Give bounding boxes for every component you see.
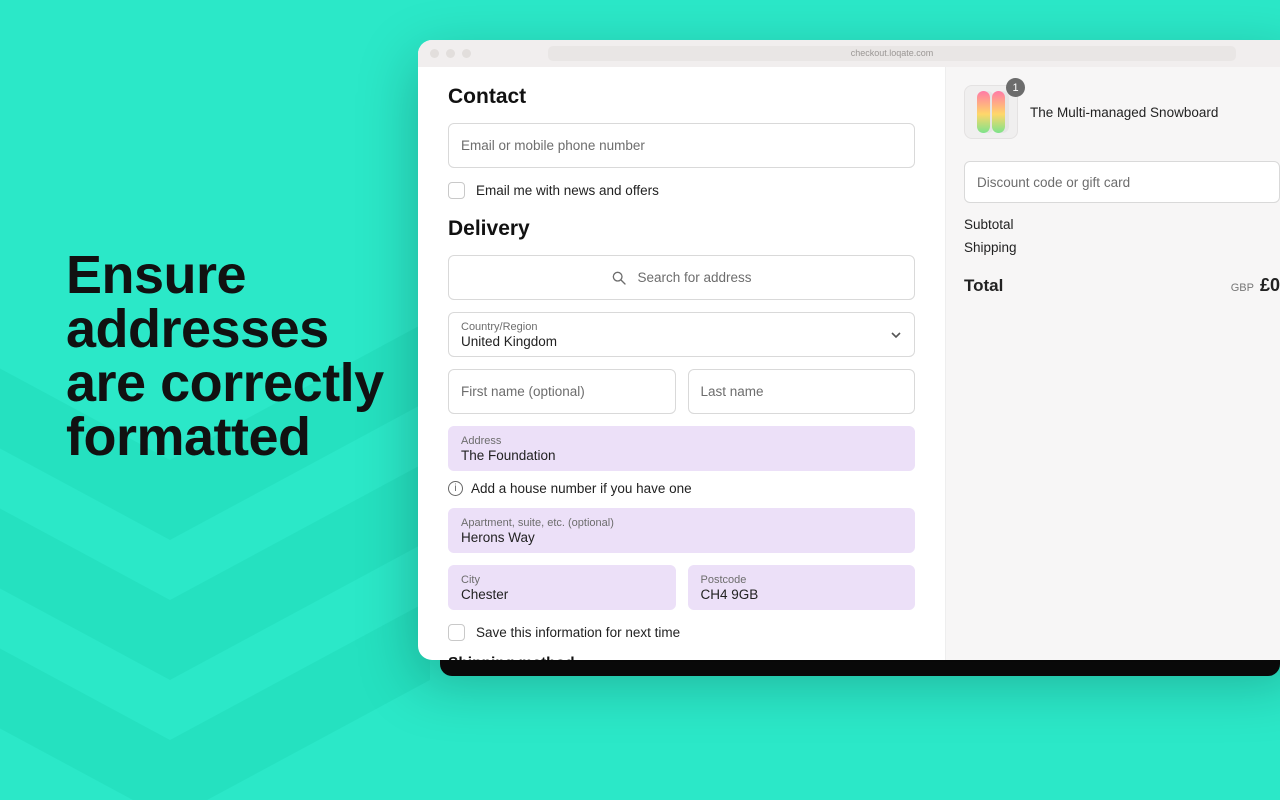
- quantity-badge: 1: [1006, 78, 1025, 97]
- browser-window: checkout.loqate.com Contact Email or mob…: [418, 40, 1280, 660]
- save-info-checkbox[interactable]: [448, 624, 465, 641]
- discount-code-field[interactable]: Discount code or gift card: [964, 161, 1280, 203]
- news-checkbox-row[interactable]: Email me with news and offers: [448, 182, 915, 199]
- address-search-field[interactable]: Search for address: [448, 255, 915, 300]
- traffic-light-close[interactable]: [430, 49, 439, 58]
- delivery-heading: Delivery: [448, 217, 915, 241]
- house-number-hint-text: Add a house number if you have one: [471, 481, 692, 496]
- address-search-placeholder: Search for address: [637, 270, 751, 285]
- shipping-row: Shipping: [964, 240, 1280, 255]
- subtotal-row: Subtotal: [964, 217, 1280, 232]
- news-checkbox-label: Email me with news and offers: [476, 183, 659, 198]
- discount-placeholder: Discount code or gift card: [977, 175, 1267, 190]
- snowboard-icon: [977, 91, 990, 133]
- postcode-value: CH4 9GB: [701, 587, 903, 602]
- chevron-down-icon: [890, 329, 902, 341]
- postcode-field[interactable]: Postcode CH4 9GB: [688, 565, 916, 610]
- checkout-main: Contact Email or mobile phone number Ema…: [418, 67, 946, 660]
- first-name-field[interactable]: First name (optional): [448, 369, 676, 414]
- address-label: Address: [461, 435, 902, 447]
- address-value: The Foundation: [461, 448, 902, 463]
- country-value: United Kingdom: [461, 334, 902, 349]
- shipping-label: Shipping: [964, 240, 1017, 255]
- traffic-light-minimize[interactable]: [446, 49, 455, 58]
- total-amount: £0: [1260, 275, 1280, 296]
- total-label: Total: [964, 276, 1003, 296]
- contact-heading: Contact: [448, 85, 915, 109]
- first-name-placeholder: First name (optional): [461, 384, 663, 399]
- apartment-label: Apartment, suite, etc. (optional): [461, 517, 902, 529]
- product-thumbnail: 1: [964, 85, 1018, 139]
- cart-line-item: 1 The Multi-managed Snowboard: [964, 85, 1280, 139]
- email-placeholder: Email or mobile phone number: [461, 138, 902, 153]
- shipping-method-heading: Shipping method: [448, 655, 915, 660]
- house-number-hint: i Add a house number if you have one: [448, 481, 915, 496]
- subtotal-label: Subtotal: [964, 217, 1014, 232]
- apartment-value: Herons Way: [461, 530, 902, 545]
- postcode-label: Postcode: [701, 574, 903, 586]
- city-value: Chester: [461, 587, 663, 602]
- snowboard-icon: [992, 91, 1005, 133]
- last-name-placeholder: Last name: [701, 384, 903, 399]
- total-row: Total GBP £0: [964, 275, 1280, 296]
- traffic-light-zoom[interactable]: [462, 49, 471, 58]
- address-field[interactable]: Address The Foundation: [448, 426, 915, 471]
- info-icon: i: [448, 481, 463, 496]
- save-info-label: Save this information for next time: [476, 625, 680, 640]
- order-summary: 1 The Multi-managed Snowboard Discount c…: [946, 67, 1280, 660]
- currency-code: GBP: [1231, 282, 1254, 294]
- browser-chrome: checkout.loqate.com: [418, 40, 1280, 67]
- save-info-checkbox-row[interactable]: Save this information for next time: [448, 624, 915, 641]
- country-select[interactable]: Country/Region United Kingdom: [448, 312, 915, 357]
- last-name-field[interactable]: Last name: [688, 369, 916, 414]
- product-name: The Multi-managed Snowboard: [1030, 105, 1218, 120]
- apartment-field[interactable]: Apartment, suite, etc. (optional) Herons…: [448, 508, 915, 553]
- city-label: City: [461, 574, 663, 586]
- country-label: Country/Region: [461, 321, 902, 333]
- email-field[interactable]: Email or mobile phone number: [448, 123, 915, 168]
- url-bar[interactable]: checkout.loqate.com: [548, 46, 1236, 61]
- search-icon: [611, 270, 627, 286]
- city-field[interactable]: City Chester: [448, 565, 676, 610]
- hero-headline: Ensure addresses are correctly formatted: [66, 248, 384, 464]
- news-checkbox[interactable]: [448, 182, 465, 199]
